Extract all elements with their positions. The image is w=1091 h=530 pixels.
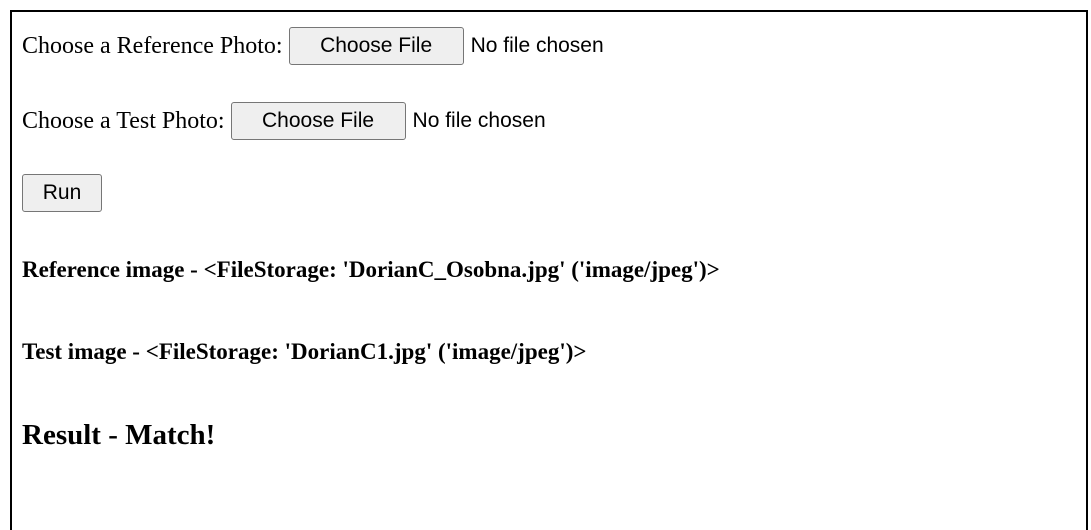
run-button[interactable]: Run (22, 174, 102, 212)
test-choose-file-button[interactable]: Choose File (230, 102, 406, 140)
run-row: Run (22, 174, 102, 212)
reference-file-status: No file chosen (470, 34, 604, 57)
test-photo-row: Choose a Test Photo: Choose File No file… (22, 102, 546, 140)
result-text: Result - Match! (22, 419, 216, 451)
test-file-status: No file chosen (412, 109, 546, 132)
test-photo-label: Choose a Test Photo: (22, 108, 225, 134)
reference-image-info: Reference image - <FileStorage: 'DorianC… (22, 257, 720, 282)
reference-photo-label: Choose a Reference Photo: (22, 33, 283, 59)
reference-choose-file-button[interactable]: Choose File (288, 27, 464, 65)
reference-photo-row: Choose a Reference Photo: Choose File No… (22, 27, 604, 65)
test-image-info: Test image - <FileStorage: 'DorianC1.jpg… (22, 339, 587, 364)
